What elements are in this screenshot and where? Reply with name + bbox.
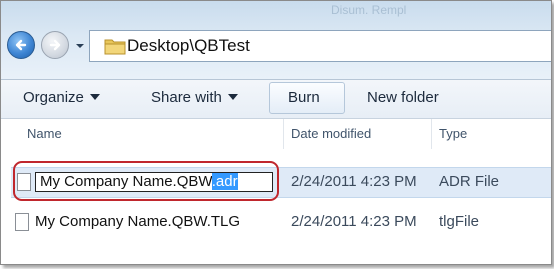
share-with-menu[interactable]: Share with (151, 89, 238, 106)
file-icon (15, 213, 29, 231)
burn-button[interactable]: Burn (269, 82, 345, 114)
column-divider[interactable] (283, 119, 284, 149)
organize-label: Organize (23, 89, 84, 106)
file-name[interactable]: My Company Name.QBW.TLG (35, 213, 240, 230)
chevron-down-icon (227, 94, 238, 100)
file-date: 2/24/2011 4:23 PM (291, 213, 417, 230)
back-arrow-icon (15, 39, 27, 51)
file-date: 2/24/2011 4:23 PM (291, 173, 417, 190)
forward-arrow-icon (49, 39, 61, 51)
highlight-annotation (13, 161, 279, 201)
back-button[interactable] (7, 31, 35, 59)
file-type: tlgFile (439, 213, 480, 230)
new-folder-button[interactable]: New folder (367, 89, 439, 106)
column-header-name[interactable]: Name (27, 126, 62, 141)
folder-icon (104, 39, 126, 55)
explorer-window: Disum. Rempl Desktop\QBTest Organize Sha… (0, 0, 552, 265)
column-header-date[interactable]: Date modified (291, 126, 371, 141)
chevron-down-icon[interactable] (73, 39, 87, 53)
column-divider[interactable] (431, 119, 432, 149)
organize-menu[interactable]: Organize (23, 89, 100, 106)
address-bar[interactable]: Desktop\QBTest (89, 30, 551, 62)
chevron-down-icon (89, 94, 100, 100)
address-path: Desktop\QBTest (127, 36, 250, 55)
forward-button[interactable] (41, 31, 69, 59)
column-header-type[interactable]: Type (439, 126, 467, 141)
window-title: Disum. Rempl (331, 3, 407, 17)
navigation-bar: Disum. Rempl Desktop\QBTest (1, 1, 551, 79)
file-type: ADR File (439, 173, 500, 190)
share-with-label: Share with (151, 89, 222, 106)
burn-label: Burn (288, 89, 320, 106)
